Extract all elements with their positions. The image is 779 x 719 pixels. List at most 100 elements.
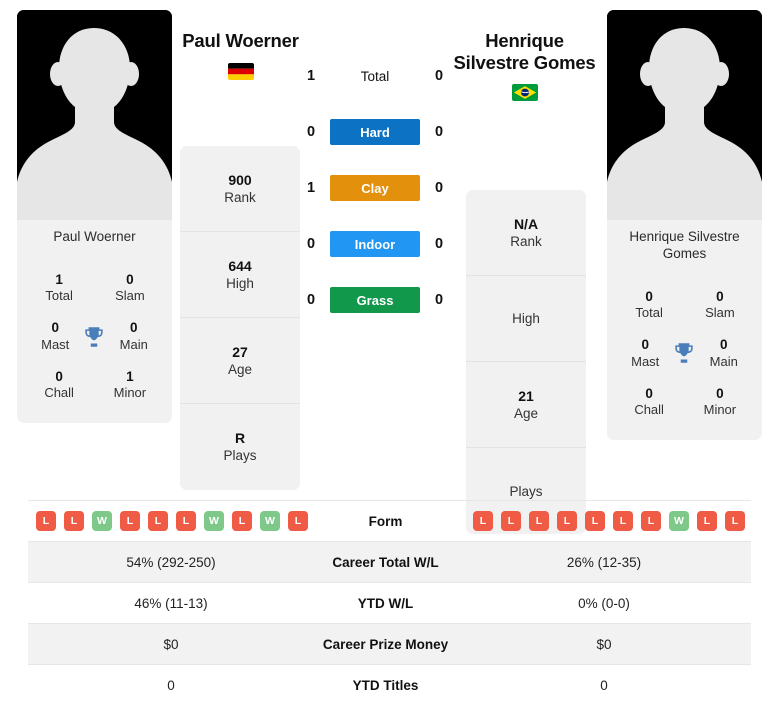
titles-slam-label-left: Slam [115, 288, 145, 304]
titles-minor-left: 1 Minor [100, 368, 160, 402]
player-name-right: Henrique Silvestre Gomes [453, 30, 596, 73]
titles-main-right: 0 Main [698, 336, 750, 370]
titles-total-label-right: Total [635, 305, 663, 321]
h2h-hard-right-score: 0 [434, 124, 444, 140]
titles-chall-value-right: 0 [645, 385, 653, 401]
titles-mast-label-left: Mast [41, 336, 70, 352]
table-row-form: LLWLLLWLWL Form LLLLLLLWLL [28, 500, 751, 542]
table-label-career-wl: Career Total W/L [332, 554, 439, 570]
h2h-total-right-score: 0 [434, 68, 444, 84]
age-value-left: 27 [232, 343, 248, 360]
titles-chall-label-left: Chall [44, 385, 74, 401]
h2h-clay-left-score: 1 [306, 180, 316, 196]
prize-money-right: $0 [596, 636, 612, 652]
rank-cell-high-right: High [466, 276, 586, 362]
titles-row-mast-main-right: 0 Mast 0 Main [613, 329, 756, 377]
h2h-indoor-right-score: 0 [434, 236, 444, 252]
form-badge-loss: L [64, 511, 84, 531]
titles-mast-value-left: 0 [51, 320, 59, 336]
titles-chall-label-right: Chall [634, 402, 664, 418]
player-photo-caption-left: Paul Woerner [53, 229, 136, 244]
titles-total-left: 1 Total [29, 271, 89, 305]
h2h-indoor-label[interactable]: Indoor [330, 231, 420, 257]
form-badge-loss: L [641, 511, 661, 531]
form-badge-loss: L [501, 511, 521, 531]
player-card-left[interactable]: Paul Woerner 1 Total 0 Slam 0 Mast 0 Mai… [17, 10, 172, 424]
ytd-wl-right: 0% (0-0) [578, 595, 630, 611]
titles-main-label-left: Main [119, 336, 148, 352]
rank-value-left: 900 [228, 171, 252, 188]
titles-minor-label-left: Minor [113, 385, 147, 401]
h2h-grass-left-score: 0 [306, 292, 316, 308]
high-value-left: 644 [228, 257, 252, 274]
titles-grid-left: 1 Total 0 Slam 0 Mast 0 Main 0 Chall 1 M… [17, 256, 172, 423]
form-cell-right: LLLLLLLWLL [457, 501, 751, 542]
trophy-icon [81, 322, 107, 352]
titles-chall-left: 0 Chall [29, 368, 89, 402]
age-label-right: Age [513, 405, 539, 421]
age-value-right: 21 [518, 387, 534, 404]
h2h-row-indoor: 0 Indoor 0 [300, 230, 450, 258]
titles-chall-right: 0 Chall [619, 385, 679, 419]
comparison-stats-table: LLWLLLWLWL Form LLLLLLLWLL 54% (292-250)… [28, 500, 751, 706]
form-badge-win: W [669, 511, 689, 531]
flag-wrap-right [452, 84, 597, 102]
form-badge-loss: L [473, 511, 493, 531]
rank-value-right: N/A [513, 215, 539, 232]
player-card-right[interactable]: Henrique Silvestre Gomes 0 Total 0 Slam … [607, 10, 762, 441]
titles-total-right: 0 Total [619, 288, 679, 322]
flag-wrap-left [168, 62, 313, 80]
titles-main-label-right: Main [709, 353, 738, 369]
h2h-row-total: 1 Total 0 [300, 62, 450, 90]
form-badge-loss: L [529, 511, 549, 531]
titles-main-left: 0 Main [108, 319, 160, 353]
table-label-form: Form [368, 513, 403, 529]
surface-h2h: 1 Total 0 0 Hard 0 1 Clay 0 0 Indoor 0 0 [300, 62, 450, 314]
form-badge-loss: L [36, 511, 56, 531]
rank-cell-age-left: 27 Age [180, 318, 300, 404]
player-photo-right [607, 10, 762, 220]
titles-row-total-slam-left: 1 Total 0 Slam [23, 264, 166, 312]
rank-column-right: N/A Rank High 21 Age Plays [466, 190, 586, 534]
titles-slam-left: 0 Slam [100, 271, 160, 305]
flag-brazil-icon [511, 84, 538, 102]
rank-cell-plays-left: R Plays [180, 404, 300, 490]
player-name-left: Paul Woerner [182, 30, 299, 51]
h2h-total-label: Total [360, 68, 390, 84]
form-cell-left: LLWLLLWLWL [28, 501, 314, 542]
rank-column-left: 900 Rank 644 High 27 Age R Plays [180, 146, 300, 490]
high-label-left: High [226, 275, 254, 291]
rank-cell-high-left: 644 High [180, 232, 300, 318]
titles-total-value-right: 0 [645, 288, 653, 304]
form-badge-loss: L [288, 511, 308, 531]
form-badge-loss: L [585, 511, 605, 531]
player-comparison-page: Paul Woerner 1 Total 0 Slam 0 Mast 0 Mai… [0, 0, 779, 719]
titles-row-chall-minor-right: 0 Chall 0 Minor [613, 378, 756, 426]
form-strip-right: LLLLLLLWLL [463, 511, 745, 531]
titles-grid-right: 0 Total 0 Slam 0 Mast 0 Main 0 Chall 0 M… [607, 273, 762, 440]
titles-mast-value-right: 0 [641, 337, 649, 353]
table-row-prize-money: $0 Career Prize Money $0 [28, 623, 751, 665]
plays-value-left: R [234, 430, 246, 447]
plays-label-right: Plays [509, 483, 543, 499]
titles-main-value-right: 0 [720, 337, 728, 353]
h2h-row-grass: 0 Grass 0 [300, 286, 450, 314]
form-badge-loss: L [148, 511, 168, 531]
h2h-hard-label[interactable]: Hard [330, 119, 420, 145]
h2h-grass-label[interactable]: Grass [330, 287, 420, 313]
h2h-total-left-score: 1 [306, 68, 316, 84]
player-name-block-left: Paul Woerner [168, 30, 313, 80]
h2h-clay-label[interactable]: Clay [330, 175, 420, 201]
h2h-indoor-left-score: 0 [306, 236, 316, 252]
h2h-row-hard: 0 Hard 0 [300, 118, 450, 146]
form-badge-loss: L [232, 511, 252, 531]
form-badge-loss: L [120, 511, 140, 531]
titles-slam-value-right: 0 [716, 288, 724, 304]
titles-slam-right: 0 Slam [690, 288, 750, 322]
h2h-hard-left-score: 0 [306, 124, 316, 140]
rank-label-right: Rank [510, 233, 542, 249]
form-badge-win: W [260, 511, 280, 531]
form-badge-loss: L [613, 511, 633, 531]
titles-slam-value-left: 0 [126, 271, 134, 287]
titles-minor-value-right: 0 [716, 385, 724, 401]
